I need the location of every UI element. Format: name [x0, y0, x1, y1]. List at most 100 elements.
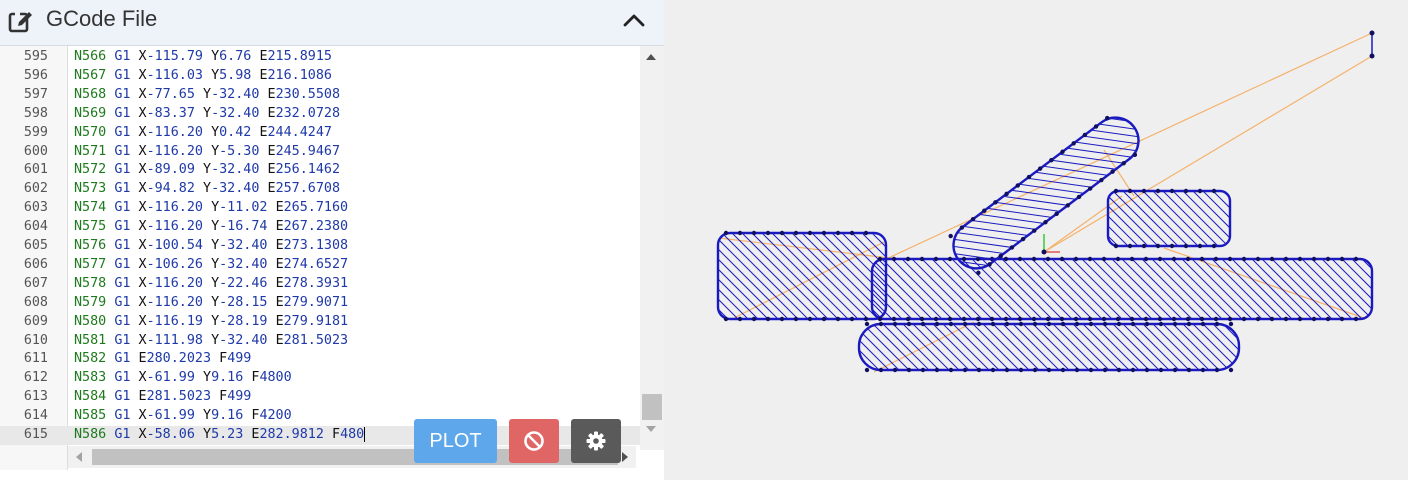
code-text: N578 G1 X-116.20 Y-22.46 E278.3931 — [74, 275, 348, 294]
scroll-left-arrow-icon[interactable] — [76, 452, 82, 462]
edit-icon — [6, 7, 36, 37]
code-line[interactable]: 606 N577 G1 X-106.26 Y-32.40 E274.6527 — [0, 256, 640, 275]
vertical-scroll-thumb[interactable] — [642, 394, 662, 420]
arg-value: -32.40 — [211, 162, 260, 178]
code-line[interactable]: 613 N584 G1 E281.5023 F499 — [0, 388, 640, 407]
arg-key: E — [267, 86, 276, 102]
line-number: 599 — [23, 124, 48, 140]
arg-value: -32.40 — [219, 332, 268, 348]
arg-value: -83.37 — [146, 105, 195, 121]
arg-value: -116.20 — [146, 275, 203, 291]
code-line[interactable]: 605 N576 G1 X-100.54 Y-32.40 E273.1308 — [0, 237, 640, 256]
arg-value: 215.8915 — [267, 49, 333, 64]
scroll-right-arrow-icon[interactable] — [622, 452, 628, 462]
arg-key: F — [219, 389, 228, 405]
arg-value: -116.20 — [146, 219, 203, 235]
arg-key: X — [138, 49, 147, 64]
gcode-panel: GCode File 595 N566 G1 X-115.79 Y6.76 E21… — [0, 0, 664, 480]
arg-value: -22.46 — [219, 275, 268, 291]
arg-key: X — [138, 181, 147, 197]
vertical-scrollbar[interactable] — [640, 46, 664, 450]
arg-value: 256.1462 — [275, 162, 341, 178]
code-line[interactable]: 595 N566 G1 X-115.79 Y6.76 E215.8915 — [0, 48, 640, 67]
code-text: N568 G1 X-77.65 Y-32.40 E230.5508 — [74, 86, 340, 105]
code-text: N570 G1 X-116.20 Y0.42 E244.4247 — [74, 124, 332, 143]
code-line[interactable]: 598 N569 G1 X-83.37 Y-32.40 E232.0728 — [0, 105, 640, 124]
arg-key: X — [138, 313, 147, 329]
settings-button[interactable] — [571, 419, 621, 463]
line-number: 605 — [23, 238, 48, 253]
arg-key: E — [259, 67, 268, 83]
toolpath-canvas[interactable] — [664, 0, 1408, 480]
gcode-command: G1 — [114, 313, 131, 329]
part-bottom-bar-hatch — [859, 324, 1239, 370]
arg-value: -111.98 — [146, 332, 203, 348]
part-diagonal-bar-hatch — [944, 108, 1148, 278]
panel-header: GCode File — [0, 0, 664, 46]
code-line[interactable]: 596 N567 G1 X-116.03 Y5.98 E216.1086 — [0, 67, 640, 86]
code-line[interactable]: 602 N573 G1 X-94.82 Y-32.40 E257.6708 — [0, 180, 640, 199]
arg-key: Y — [211, 256, 220, 272]
arg-value: 274.6527 — [283, 256, 349, 272]
stop-button[interactable] — [509, 419, 559, 463]
toolpath-viewer[interactable] — [664, 0, 1408, 480]
code-line[interactable]: 603 N574 G1 X-116.20 Y-11.02 E265.7160 — [0, 199, 640, 218]
arg-value: 245.9467 — [275, 143, 341, 159]
line-number: 607 — [23, 275, 48, 291]
arg-key: E — [275, 256, 284, 272]
arg-key: Y — [203, 408, 212, 424]
scroll-up-arrow-icon[interactable] — [646, 54, 656, 60]
path-point — [1369, 30, 1375, 36]
arg-key: E — [138, 351, 147, 367]
line-number: 614 — [23, 408, 48, 424]
code-line[interactable]: 612 N583 G1 X-61.99 Y9.16 F4800 — [0, 369, 640, 388]
line-number: 600 — [23, 143, 48, 159]
code-line[interactable]: 610 N581 G1 X-111.98 Y-32.40 E281.5023 — [0, 332, 640, 351]
arg-value: 5.98 — [219, 67, 252, 83]
arg-value: -100.54 — [146, 238, 203, 253]
gcode-command: G1 — [114, 351, 131, 367]
code-text: N573 G1 X-94.82 Y-32.40 E257.6708 — [74, 180, 340, 199]
gcode-command: G1 — [114, 294, 131, 310]
arg-value: 499 — [227, 389, 252, 405]
scroll-down-arrow-icon[interactable] — [646, 426, 656, 432]
code-line[interactable]: 611 N582 G1 E280.2023 F499 — [0, 350, 640, 369]
line-label: N582 — [74, 351, 107, 367]
code-line[interactable]: 604 N575 G1 X-116.20 Y-16.74 E267.2380 — [0, 218, 640, 237]
line-label: N583 — [74, 370, 107, 386]
arg-key: X — [138, 275, 147, 291]
arg-key: Y — [211, 313, 220, 329]
line-label: N574 — [74, 200, 107, 216]
arg-value: 480 — [340, 427, 365, 442]
code-line[interactable]: 600 N571 G1 X-116.20 Y-5.30 E245.9467 — [0, 143, 640, 162]
ban-icon — [509, 430, 559, 452]
code-text: N576 G1 X-100.54 Y-32.40 E273.1308 — [74, 237, 348, 256]
gcode-command: G1 — [114, 408, 131, 424]
plot-button[interactable]: PLOT — [414, 419, 497, 463]
line-number: 615 — [23, 427, 48, 442]
code-line[interactable]: 599 N570 G1 X-116.20 Y0.42 E244.4247 — [0, 124, 640, 143]
chevron-up-icon[interactable] — [616, 6, 652, 36]
arg-key: Y — [211, 67, 220, 83]
travel-move — [1043, 55, 1373, 253]
arg-key: E — [275, 219, 284, 235]
code-line[interactable]: 601 N572 G1 X-89.09 Y-32.40 E256.1462 — [0, 161, 640, 180]
code-line[interactable]: 607 N578 G1 X-116.20 Y-22.46 E278.3931 — [0, 275, 640, 294]
arg-key: Y — [211, 124, 220, 140]
line-number: 611 — [23, 351, 48, 367]
gcode-editor[interactable]: 595 N566 G1 X-115.79 Y6.76 E215.8915 596 N5… — [0, 46, 664, 480]
code-line[interactable]: 609 N580 G1 X-116.19 Y-28.19 E279.9181 — [0, 313, 640, 332]
line-label: N580 — [74, 313, 107, 329]
line-label: N584 — [74, 389, 107, 405]
gcode-command: G1 — [114, 200, 131, 216]
arg-value: 9.16 — [211, 408, 244, 424]
arg-key: X — [138, 370, 147, 386]
arg-value: -89.09 — [146, 162, 195, 178]
arg-value: -61.99 — [146, 408, 195, 424]
code-line[interactable]: 608 N579 G1 X-116.20 Y-28.15 E279.9071 — [0, 294, 640, 313]
arg-value: 280.2023 — [146, 351, 212, 367]
arg-value: -32.40 — [219, 238, 268, 253]
code-line[interactable]: 597 N568 G1 X-77.65 Y-32.40 E230.5508 — [0, 86, 640, 105]
arg-value: -58.06 — [146, 427, 195, 442]
arg-value: 4200 — [259, 408, 292, 424]
